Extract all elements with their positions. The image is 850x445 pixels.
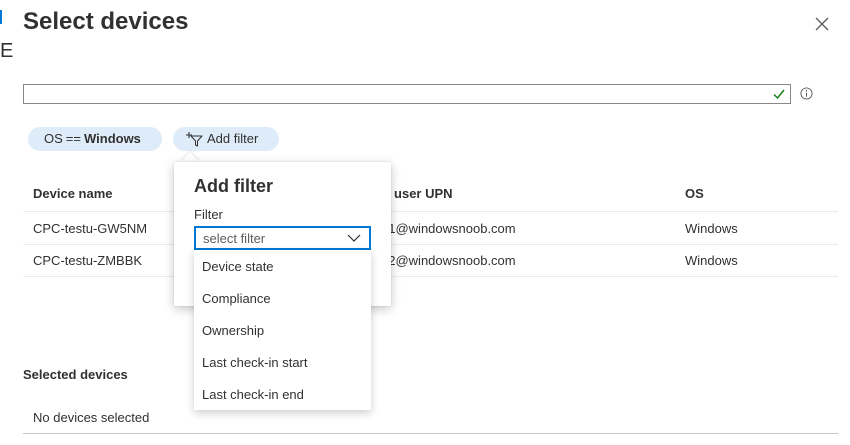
selected-devices-list: No devices selected (23, 400, 838, 434)
search-input[interactable] (30, 85, 774, 105)
cell-os: Windows (685, 253, 738, 268)
add-filter-popup-title: Add filter (194, 176, 273, 196)
filter-option-label: Device state (202, 259, 274, 274)
filter-option-device-state[interactable]: Device state (194, 250, 371, 282)
selected-devices-heading: Selected devices (23, 367, 128, 382)
chevron-down-icon (347, 234, 361, 242)
add-filter-label: Add filter (207, 131, 259, 146)
search-box[interactable] (23, 84, 791, 105)
table-row[interactable]: CPC-testu-ZMBBK testuser2@windowsnoob.co… (23, 244, 838, 277)
table-header: Device name Primary user UPN OS (23, 178, 838, 212)
filter-options-list: Device state Compliance Ownership Last c… (194, 250, 371, 410)
filter-pill-os[interactable]: OS == Windows (28, 127, 162, 151)
filter-option-label: Compliance (202, 291, 271, 306)
filter-option-ownership[interactable]: Ownership (194, 314, 371, 346)
cell-device-name: CPC-testu-GW5NM (33, 221, 148, 236)
add-filter-button[interactable]: Add filter (173, 127, 279, 151)
close-icon (815, 17, 829, 31)
table-row[interactable]: CPC-testu-GW5NM testuser1@windowsnoob.co… (23, 212, 838, 245)
filter-option-label: Ownership (202, 323, 265, 338)
background-blade-letter: E (0, 40, 14, 62)
column-header-device-name[interactable]: Device name (33, 186, 113, 201)
add-filter-icon (186, 132, 203, 147)
filter-option-label: Last check-in end (202, 387, 304, 402)
filter-option-last-check-in-end[interactable]: Last check-in end (194, 378, 371, 410)
filter-pill-value: Windows (83, 131, 141, 146)
filter-field-label: Filter (194, 207, 223, 222)
info-icon[interactable] (800, 87, 813, 100)
selected-devices-empty-text: No devices selected (33, 410, 150, 425)
checkmark-icon (773, 89, 785, 100)
background-accent-line (0, 10, 2, 24)
filter-pill-operator: == (65, 131, 81, 146)
cell-os: Windows (685, 221, 738, 236)
filter-pill-field: OS (44, 131, 63, 146)
cell-device-name: CPC-testu-ZMBBK (33, 253, 143, 268)
panel-title: Select devices (23, 8, 189, 35)
filter-option-last-check-in-start[interactable]: Last check-in start (194, 346, 371, 378)
close-button[interactable] (810, 12, 834, 36)
filter-select-placeholder: select filter (203, 231, 266, 246)
filter-select[interactable]: select filter (194, 226, 371, 250)
filter-option-label: Last check-in start (202, 355, 308, 370)
filter-option-compliance[interactable]: Compliance (194, 282, 371, 314)
add-filter-popup-arrow (180, 152, 200, 162)
background-blade-edge: E (0, 0, 13, 445)
column-header-os[interactable]: OS (685, 186, 704, 201)
